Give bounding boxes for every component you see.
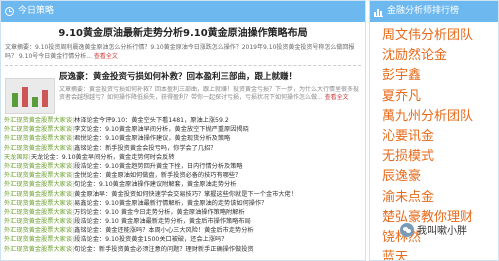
analyst-ranking-item[interactable]: 沁要讯金	[382, 127, 498, 147]
news-row[interactable]: 外汇现货黄金股票大家谈|林泽论金今评9.10：黄金空头下看1481，原油上涨59…	[4, 116, 362, 125]
news-source[interactable]: 外汇现货黄金股票大家谈	[4, 126, 72, 133]
news-title[interactable]: 天龙论金：9.10黄金早间分析，黄金走势何时会反转	[31, 154, 175, 161]
news-title[interactable]: 李文论金：9.10黄金原油早间分析，黄金放空下抛严重原因揭晓	[74, 126, 249, 133]
news-title[interactable]: 君悦论金：9.10黄金原油操作建议，黄金现货分析及策略	[74, 135, 230, 142]
page: 今日策略 9.10黄金原油最新走势分析9.10黄金原油操作策略布局 文章摘要：9…	[0, 0, 499, 261]
news-row[interactable]: 外汇现货黄金股票大家谈|鑫铭论金：新手投资黄金会投亏吗，你学会了几招？	[4, 144, 362, 153]
news-source[interactable]: 外汇现货黄金股票大家谈	[4, 236, 72, 243]
featured-article[interactable]: 9.10黄金原油最新走势分析9.10黄金原油操作策略布局 文章摘要：9.10投资…	[1, 27, 365, 61]
second-article-title[interactable]: 辰逸豪：黄金投资亏损如何补救？回本盈利三部曲，跟上就赚！	[59, 72, 361, 83]
second-article-read-more-link[interactable]: 查看全文	[325, 94, 349, 101]
news-source[interactable]: 外汇现货黄金股票大家谈	[4, 145, 72, 152]
news-source[interactable]: 外汇现货黄金股票大家谈	[4, 218, 72, 225]
news-title[interactable]: 鑫铭论金：黄金还能涨吗？本周小心三大风险！黄金后市走势分析	[74, 227, 253, 234]
watermark-text: 我叫嗽小胖	[417, 226, 467, 237]
news-source[interactable]: 外汇现货黄金股票大家谈	[4, 246, 72, 253]
news-title[interactable]: 段浩论金：9.10 黄金原油最新走势分析，黄金后市操作策略布局	[74, 218, 251, 225]
analyst-ranking-item[interactable]: 渝未点金	[382, 188, 498, 208]
news-row[interactable]: 外汇现货黄金股票大家谈|段浩论金：9.10黄金趋势回升黄金下挫，日内行情分析及策…	[4, 162, 362, 171]
analyst-ranking-item[interactable]: 蓝天	[382, 248, 498, 260]
news-row[interactable]: 外汇现货黄金股票大家谈|旬论金：新手投资黄金必须注意的问题？理财新手正确操作做投…	[4, 245, 362, 254]
wechat-logo-icon	[400, 222, 414, 237]
news-title[interactable]: 段浩论金：9.10黄金趋势回升黄金下挫，日内行情分析及策略	[74, 163, 242, 170]
analyst-ranking-item[interactable]: 无损模式	[382, 147, 498, 167]
analyst-ranking-item[interactable]: 夏乔凡	[382, 87, 498, 107]
analyst-ranking-item[interactable]: 萬九州分析团队	[382, 107, 498, 127]
news-row[interactable]: 外汇现货黄金股票大家谈|易鑫论金：9.10黄金原油最新行情解析，黄金原油的走势该…	[4, 199, 362, 208]
news-row[interactable]: 外汇现货黄金股票大家谈|段浩论金：9.10投资黄金1500关口被破，还会上涨吗？	[4, 235, 362, 244]
news-source[interactable]: 外汇现货黄金股票大家谈	[4, 163, 72, 170]
featured-article-summary: 文章摘要：9.10投资周利晨逸黄金原油怎么分析行情？9.10黄金原油今日涨跌怎么…	[5, 43, 361, 61]
news-source[interactable]: 天龙国际	[4, 154, 29, 161]
today-strategy-header: 今日策略	[1, 1, 365, 22]
analyst-ranking-item[interactable]: 周文伟分析团队	[382, 26, 498, 46]
news-row[interactable]: 天龙国际|天龙论金：9.10黄金早间分析，黄金走势何时会反转	[4, 153, 362, 162]
news-title[interactable]: 黄金原油早：黄金投资如何快速学会交易技巧？掌握这些你就是下一个金市大佬！	[74, 191, 297, 198]
second-article-summary: 文章摘要：黄金投资亏损如何补救？回本盈利三部曲，跟上就赚！投资黄金亏损？下一步，…	[59, 86, 361, 110]
news-row[interactable]: 外汇现货黄金股票大家谈|鑫铭论金：黄金还能涨吗？本周小心三大风险！黄金后市走势分…	[4, 226, 362, 235]
analyst-ranking-item[interactable]: 彭宇鑫	[382, 66, 498, 86]
clock-icon	[5, 7, 14, 16]
news-source[interactable]: 外汇现货黄金股票大家谈	[4, 172, 72, 179]
news-source[interactable]: 外汇现货黄金股票大家谈	[4, 191, 72, 198]
news-row[interactable]: 外汇现货黄金股票大家谈|万钧论金：9.10 黄金今日走势分析，黄金原油操作策略附…	[4, 208, 362, 217]
news-title[interactable]: 金悦论金：黄金原油如何做盘，新手投资必备的技巧有哪些？	[74, 172, 241, 179]
news-title[interactable]: 旬论金：新手投资黄金必须注意的问题？理财新手正确操作做投资	[74, 246, 253, 253]
news-source[interactable]: 外汇现货黄金股票大家谈	[4, 200, 72, 207]
news-title[interactable]: 林泽论金今评9.10：黄金空头下看1481，原油上涨59.2	[74, 117, 229, 124]
news-row[interactable]: 外汇现货黄金股票大家谈|李文论金：9.10黄金原油早间分析，黄金放空下抛严重原因…	[4, 125, 362, 134]
second-article-summary-text: 文章摘要：黄金投资亏损如何补救？回本盈利三部曲，跟上就赚！投资黄金亏损？下一步，…	[59, 86, 360, 101]
news-row[interactable]: 外汇现货黄金股票大家谈|旬论金：9.10黄金原油操作建议附解套，黄金原油走势分析	[4, 180, 362, 189]
news-row[interactable]: 外汇现货黄金股票大家谈|段浩论金：9.10 黄金原油最新走势分析，黄金后市操作策…	[4, 217, 362, 226]
news-source[interactable]: 外汇现货黄金股票大家谈	[4, 209, 72, 216]
today-strategy-title: 今日策略	[18, 6, 55, 16]
news-list: 外汇现货黄金股票大家谈|林泽论金今评9.10：黄金空头下看1481，原油上涨59…	[4, 116, 362, 254]
analyst-ranking-title: 金融分析师排行榜	[387, 6, 460, 16]
news-row[interactable]: 外汇现货黄金股票大家谈|黄金原油早：黄金投资如何快速学会交易技巧？掌握这些你就是…	[4, 190, 362, 199]
today-strategy-panel: 今日策略 9.10黄金原油最新走势分析9.10黄金原油操作策略布局 文章摘要：9…	[0, 0, 366, 261]
analyst-ranking-item[interactable]: 沈励然论金	[382, 46, 498, 66]
news-title[interactable]: 万钧论金：9.10 黄金今日走势分析，黄金原油操作策略附解析	[74, 209, 244, 216]
analyst-ranking-item[interactable]: 辰逸豪	[382, 167, 498, 187]
watermark: 我叫嗽小胖	[400, 222, 467, 237]
news-title[interactable]: 易鑫论金：9.10黄金原油最新行情解析，黄金原油的走势该如何操作？	[74, 200, 267, 207]
news-title[interactable]: 段浩论金：9.10投资黄金1500关口被破，还会上涨吗？	[74, 236, 227, 243]
bar-chart-icon	[374, 7, 383, 17]
analyst-ranking-header: 金融分析师排行榜	[370, 1, 498, 22]
featured-article-summary-text: 文章摘要：9.10投资周利晨逸黄金原油怎么分析行情？9.10黄金原油今日涨跌怎么…	[5, 44, 355, 60]
news-source[interactable]: 外汇现货黄金股票大家谈	[4, 135, 72, 142]
news-row[interactable]: 外汇现货黄金股票大家谈|金悦论金：黄金原油如何做盘，新手投资必备的技巧有哪些？	[4, 171, 362, 180]
featured-article-title[interactable]: 9.10黄金原油最新走势分析9.10黄金原油操作策略布局	[5, 27, 361, 40]
news-row[interactable]: 外汇现货黄金股票大家谈|君悦论金：9.10黄金原油操作建议，黄金现货分析及策略	[4, 134, 362, 143]
news-source[interactable]: 外汇现货黄金股票大家谈	[4, 181, 72, 188]
news-title[interactable]: 旬论金：9.10黄金原油操作建议附解套，黄金原油走势分析	[74, 181, 236, 188]
news-title[interactable]: 鑫铭论金：新手投资黄金会投亏吗，你学会了几招？	[74, 145, 216, 152]
news-source[interactable]: 外汇现货黄金股票大家谈	[4, 227, 72, 234]
featured-article-read-more-link[interactable]: 查看全文	[94, 53, 118, 60]
article-thumbnail[interactable]	[5, 78, 55, 114]
divider	[5, 65, 361, 66]
news-source[interactable]: 外汇现货黄金股票大家谈	[4, 117, 72, 124]
